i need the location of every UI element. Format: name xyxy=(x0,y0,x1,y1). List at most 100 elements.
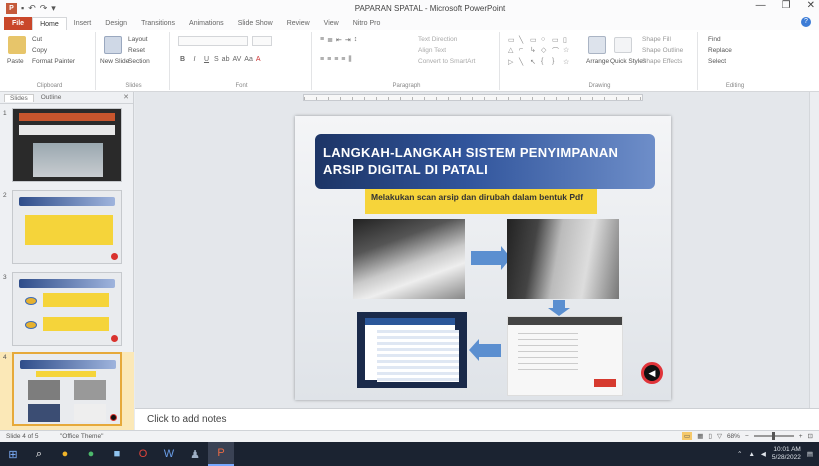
change-case-icon[interactable]: Aa xyxy=(244,56,253,63)
slide-thumbnail-4[interactable]: 4 xyxy=(0,352,134,430)
maximize-button[interactable]: ❐ xyxy=(782,0,791,11)
text-direction-button[interactable]: Text Direction xyxy=(418,36,457,43)
windows-start-icon[interactable]: ⊞ xyxy=(0,442,26,466)
customize-qat-icon[interactable]: ▾ xyxy=(51,3,56,14)
paste-button[interactable]: Paste xyxy=(7,58,24,65)
slide[interactable]: LANGKAH-LANGKAH SISTEM PENYIMPANAN ARSIP… xyxy=(295,116,671,400)
cut-button[interactable]: Cut xyxy=(32,36,42,43)
tab-outline[interactable]: Outline xyxy=(36,94,67,101)
slide-thumbnail-1[interactable]: 1 xyxy=(0,108,134,186)
bullets-icon[interactable]: ≡ xyxy=(320,36,324,44)
undo-icon[interactable]: ↶ xyxy=(28,3,36,14)
slideshow-icon[interactable]: ▽ xyxy=(717,432,722,440)
shape-effects-button[interactable]: Shape Effects xyxy=(642,58,682,65)
new-slide-button[interactable]: New Slide xyxy=(100,58,129,65)
font-name-input[interactable] xyxy=(178,36,248,46)
app-icon[interactable]: ♟ xyxy=(182,442,208,466)
section-button[interactable]: Section xyxy=(128,58,150,65)
tab-slides[interactable]: Slides xyxy=(4,93,34,102)
decrease-indent-icon[interactable]: ⇤ xyxy=(336,36,342,44)
tab-animations[interactable]: Animations xyxy=(182,17,231,30)
powerpoint-icon[interactable]: P xyxy=(208,442,234,466)
file-explorer-icon[interactable]: ■ xyxy=(104,442,130,466)
align-right-icon[interactable]: ≡ xyxy=(334,56,338,64)
underline-icon[interactable]: U xyxy=(202,56,211,63)
align-text-button[interactable]: Align Text xyxy=(418,47,446,54)
volume-icon[interactable]: ◀ xyxy=(761,450,766,458)
font-size-input[interactable] xyxy=(252,36,272,46)
zoom-in-icon[interactable]: + xyxy=(799,433,803,440)
numbering-icon[interactable]: ≣ xyxy=(327,36,333,44)
shapes-gallery[interactable]: ▭ ╲ ▭ ○ ▭ ▯ △ ⌐ ↳ ◇ ⌒ ☆ ▷ ╲ ↖{} ☆ xyxy=(508,36,572,66)
layout-button[interactable]: Layout xyxy=(128,36,148,43)
find-button[interactable]: Find xyxy=(708,36,721,43)
quick-styles-button[interactable]: Quick Styles xyxy=(610,58,646,65)
close-button[interactable]: ✕ xyxy=(807,0,815,11)
tab-design[interactable]: Design xyxy=(98,17,134,30)
opera-icon[interactable]: O xyxy=(130,442,156,466)
tab-file[interactable]: File xyxy=(4,17,33,30)
redo-icon[interactable]: ↷ xyxy=(40,3,48,14)
clock[interactable]: 10:01 AM 5/28/2022 xyxy=(772,446,801,462)
slide-title[interactable]: LANGKAH-LANGKAH SISTEM PENYIMPANAN ARSIP… xyxy=(315,134,655,189)
tab-view[interactable]: View xyxy=(317,17,346,30)
tab-transitions[interactable]: Transitions xyxy=(134,17,182,30)
tab-nitro-pro[interactable]: Nitro Pro xyxy=(346,17,388,30)
align-center-icon[interactable]: ≡ xyxy=(327,56,331,64)
shadow-icon[interactable]: S xyxy=(214,56,219,63)
slide-thumbnail-2[interactable]: 2 xyxy=(0,190,134,268)
arrange-button[interactable]: Arrange xyxy=(586,58,609,65)
chrome-icon[interactable]: ● xyxy=(52,442,78,466)
strikethrough-icon[interactable]: ab xyxy=(222,56,230,63)
new-slide-icon[interactable] xyxy=(104,36,122,54)
tab-insert[interactable]: Insert xyxy=(67,17,99,30)
zoom-out-icon[interactable]: − xyxy=(745,433,749,440)
tray-chevron-icon[interactable]: ⌃ xyxy=(737,450,742,458)
italic-icon[interactable]: I xyxy=(190,56,199,63)
replace-button[interactable]: Replace xyxy=(708,47,732,54)
format-painter-button[interactable]: Format Painter xyxy=(32,58,75,65)
tab-home[interactable]: Home xyxy=(32,17,67,30)
back-nav-icon[interactable]: ◀ xyxy=(641,362,663,384)
help-icon[interactable]: ? xyxy=(801,17,811,27)
justify-icon[interactable]: ≡ xyxy=(341,56,345,64)
save-icon[interactable]: ▪ xyxy=(21,3,24,13)
network-icon[interactable]: ▲ xyxy=(748,451,754,458)
shape-outline-button[interactable]: Shape Outline xyxy=(642,47,683,54)
scanner-photo[interactable] xyxy=(507,219,619,299)
scan-document-photo[interactable] xyxy=(353,219,465,299)
paste-icon[interactable] xyxy=(8,36,26,54)
reading-view-icon[interactable]: ▯ xyxy=(708,432,712,440)
search-icon[interactable]: ⌕ xyxy=(26,442,52,466)
vertical-scrollbar[interactable] xyxy=(809,92,819,408)
slide-caption[interactable]: Melakukan scan arsip dan dirubah dalam b… xyxy=(365,189,597,214)
reset-button[interactable]: Reset xyxy=(128,47,145,54)
convert-smartart-button[interactable]: Convert to SmartArt xyxy=(418,58,475,65)
increase-indent-icon[interactable]: ⇥ xyxy=(345,36,351,44)
fit-slide-icon[interactable]: ⊡ xyxy=(808,432,813,440)
line-spacing-icon[interactable]: ↕ xyxy=(354,36,358,44)
copy-button[interactable]: Copy xyxy=(32,47,47,54)
word-icon[interactable]: W xyxy=(156,442,182,466)
font-color-icon[interactable]: A xyxy=(256,56,261,63)
quick-styles-icon[interactable] xyxy=(614,37,632,53)
normal-view-icon[interactable]: ▭ xyxy=(682,432,693,440)
zoom-level[interactable]: 68% xyxy=(727,433,740,440)
notifications-icon[interactable]: ▤ xyxy=(807,450,813,458)
chrome-icon[interactable]: ● xyxy=(78,442,104,466)
columns-icon[interactable]: ⫼ xyxy=(348,56,351,64)
select-button[interactable]: Select xyxy=(708,58,726,65)
minimize-button[interactable]: — xyxy=(756,0,766,11)
char-spacing-icon[interactable]: AV xyxy=(232,56,241,63)
tab-slide-show[interactable]: Slide Show xyxy=(231,17,280,30)
tab-review[interactable]: Review xyxy=(280,17,317,30)
arrange-icon[interactable] xyxy=(588,36,606,54)
bold-icon[interactable]: B xyxy=(178,56,187,63)
zoom-slider[interactable] xyxy=(753,432,794,440)
slide-thumbnail-3[interactable]: 3 xyxy=(0,272,134,350)
pdf-screenshot[interactable] xyxy=(507,316,623,396)
file-explorer-screenshot[interactable] xyxy=(357,312,467,388)
notes-pane[interactable]: Click to add notes xyxy=(135,408,819,430)
shape-fill-button[interactable]: Shape Fill xyxy=(642,36,671,43)
slide-sorter-icon[interactable]: ▦ xyxy=(697,432,703,440)
